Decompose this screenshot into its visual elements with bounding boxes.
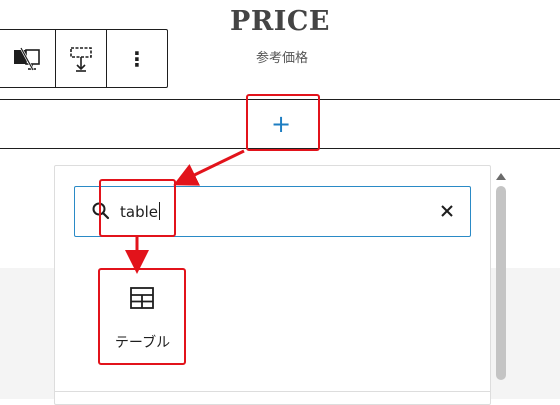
annotation-arrows bbox=[125, 149, 245, 274]
arrow-to-search bbox=[173, 149, 245, 186]
